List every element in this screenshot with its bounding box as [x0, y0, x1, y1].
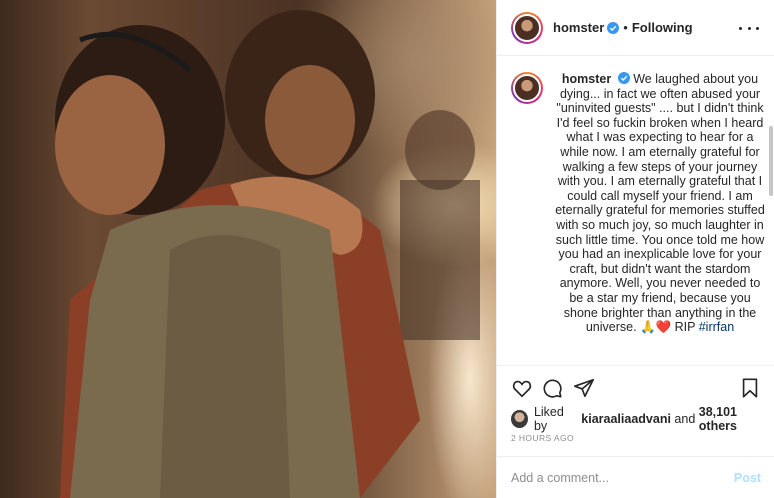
bookmark-icon[interactable]: [739, 377, 761, 399]
author-username[interactable]: homster: [553, 20, 604, 35]
post-side-panel: homster • Following homster We laughed a…: [496, 0, 774, 498]
separator-dot: •: [623, 20, 628, 35]
post-photo[interactable]: [0, 0, 496, 498]
following-button[interactable]: Following: [632, 20, 693, 35]
add-comment-bar: Post: [497, 456, 774, 498]
liked-by-and: and: [674, 412, 696, 426]
caption-body: We laughed about you dying... in fact we…: [555, 72, 765, 335]
caption-emoji-rip: 🙏❤️ RIP: [640, 320, 699, 335]
post-header: homster • Following: [497, 0, 774, 56]
post-comment-button[interactable]: Post: [734, 471, 761, 485]
caption-author-avatar[interactable]: [511, 72, 543, 104]
photo-scene: [55, 10, 480, 498]
caption-username[interactable]: homster: [562, 72, 611, 86]
liked-by-prefix: Liked by: [533, 405, 564, 433]
post-timestamp[interactable]: 2 HOURS AGO: [511, 433, 574, 443]
liked-by-count[interactable]: 38,101 others: [699, 405, 774, 433]
post-actions: [511, 377, 761, 401]
verified-badge-icon: [617, 72, 630, 84]
more-options-icon[interactable]: [739, 18, 759, 38]
hashtag-link[interactable]: #irrfan: [699, 320, 734, 334]
author-avatar[interactable]: [511, 11, 543, 44]
liker-avatar[interactable]: [511, 410, 528, 428]
share-icon[interactable]: [573, 377, 595, 399]
comment-scrollbar[interactable]: [769, 126, 773, 196]
caption-text: homster We laughed about you dying... in…: [555, 72, 765, 335]
verified-badge-icon: [607, 21, 620, 34]
likes-summary: Liked by kiaraaliaadvani and 38,101 othe…: [511, 405, 774, 433]
caption-comment: homster We laughed about you dying... in…: [497, 56, 774, 366]
liked-by-user[interactable]: kiaraaliaadvani: [581, 412, 671, 426]
heart-icon[interactable]: [511, 377, 533, 399]
comment-icon[interactable]: [541, 377, 563, 399]
comment-input[interactable]: [511, 470, 711, 485]
